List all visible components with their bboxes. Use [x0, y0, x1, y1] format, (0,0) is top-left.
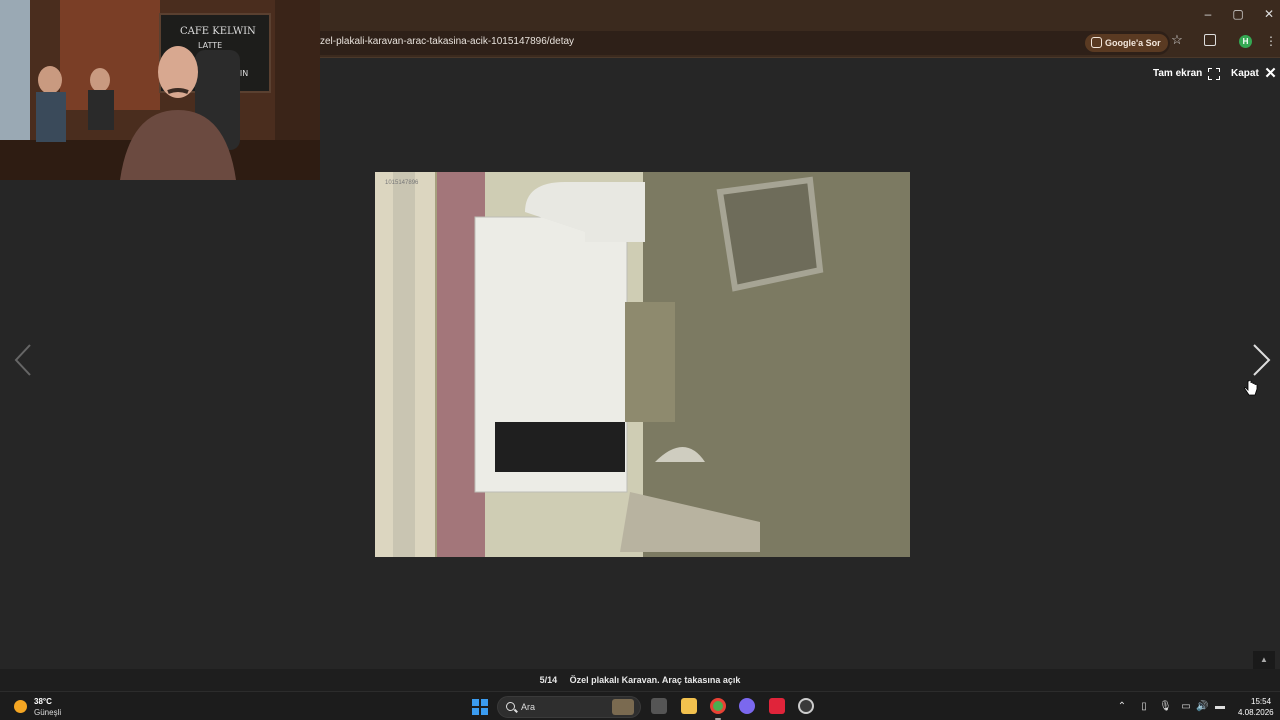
fullscreen-button[interactable]: Tam ekran	[1153, 66, 1221, 82]
webcam-sign-line1: CAFE KELWIN	[180, 26, 256, 37]
photo-caption: Özel plakalı Karavan. Araç takasına açık	[569, 675, 741, 685]
messenger-icon[interactable]	[739, 698, 755, 714]
app-settings-icon[interactable]	[798, 698, 814, 714]
google-sor-button[interactable]: Google'a Sor	[1085, 34, 1168, 52]
search-icon	[506, 702, 515, 711]
volume-icon[interactable]: 🔊	[1196, 701, 1208, 713]
battery-icon[interactable]: ▬	[1214, 701, 1226, 713]
file-explorer-icon[interactable]	[681, 698, 697, 714]
chevron-left-icon	[14, 344, 31, 376]
listing-photo: 1015147896	[375, 172, 910, 557]
fullscreen-label: Tam ekran	[1153, 68, 1203, 79]
search-highlight-image	[612, 699, 634, 715]
google-sor-label: Google'a Sor	[1105, 38, 1161, 48]
chevron-up-icon[interactable]: ⌃	[1116, 701, 1128, 713]
webcam-sign-line2: LATTE	[198, 41, 222, 50]
extensions-icon[interactable]	[1204, 34, 1216, 46]
chevron-right-icon	[1253, 344, 1271, 376]
search-placeholder: Ara	[521, 702, 536, 712]
scroll-top-button[interactable]: ▲	[1253, 651, 1275, 669]
fullscreen-icon	[1208, 68, 1221, 80]
google-lens-icon	[1091, 37, 1102, 48]
browser-menu-icon[interactable]: ⋮	[1265, 33, 1277, 49]
clock-date[interactable]: 4.08.2026	[1238, 708, 1274, 717]
weather-temperature[interactable]: 38°C	[34, 697, 52, 706]
usb-icon[interactable]: ▯	[1138, 701, 1150, 713]
opera-icon[interactable]	[769, 698, 785, 714]
maximize-button[interactable]: ▢	[1223, 4, 1253, 24]
close-label: Kapat	[1231, 68, 1259, 79]
photo-counter: 5/14	[539, 675, 558, 685]
microphone-icon[interactable]: 🎙	[1159, 701, 1172, 713]
clock-time[interactable]: 15:54	[1251, 697, 1271, 706]
bookmark-star-icon[interactable]: ☆	[1170, 33, 1184, 47]
windows-taskbar: 38°C Güneşli Ara ⌃ ▯ 🎙 ▭ 🔊 ▬ 15:54 4.08.…	[0, 691, 1280, 720]
sun-icon[interactable]	[14, 700, 27, 713]
photo-watermark: 1015147896	[385, 180, 419, 186]
minimize-button[interactable]: –	[1193, 4, 1223, 24]
url-text: zel-plakali-karavan-arac-takasina-acik-1…	[320, 36, 575, 47]
windows-start-icon[interactable]	[472, 699, 488, 715]
task-view-icon[interactable]	[651, 698, 667, 714]
close-viewer-button[interactable]: Kapat ✕	[1231, 66, 1277, 82]
chrome-icon[interactable]	[710, 698, 726, 714]
hand-cursor-icon	[1244, 380, 1258, 396]
profile-avatar[interactable]: H	[1239, 35, 1252, 48]
network-icon[interactable]: ▭	[1180, 701, 1192, 713]
previous-photo-button[interactable]	[10, 340, 40, 380]
weather-condition[interactable]: Güneşli	[34, 708, 61, 717]
close-icon: ✕	[1264, 65, 1277, 82]
photo-caption-bar: 5/14 Özel plakalı Karavan. Araç takasına…	[0, 669, 1280, 691]
taskbar-search-input[interactable]: Ara	[497, 696, 641, 718]
close-window-button[interactable]: ✕	[1254, 4, 1280, 24]
webcam-overlay: CAFE KELWIN LATTE KELWIN	[0, 0, 320, 180]
next-photo-button[interactable]	[1246, 340, 1276, 380]
